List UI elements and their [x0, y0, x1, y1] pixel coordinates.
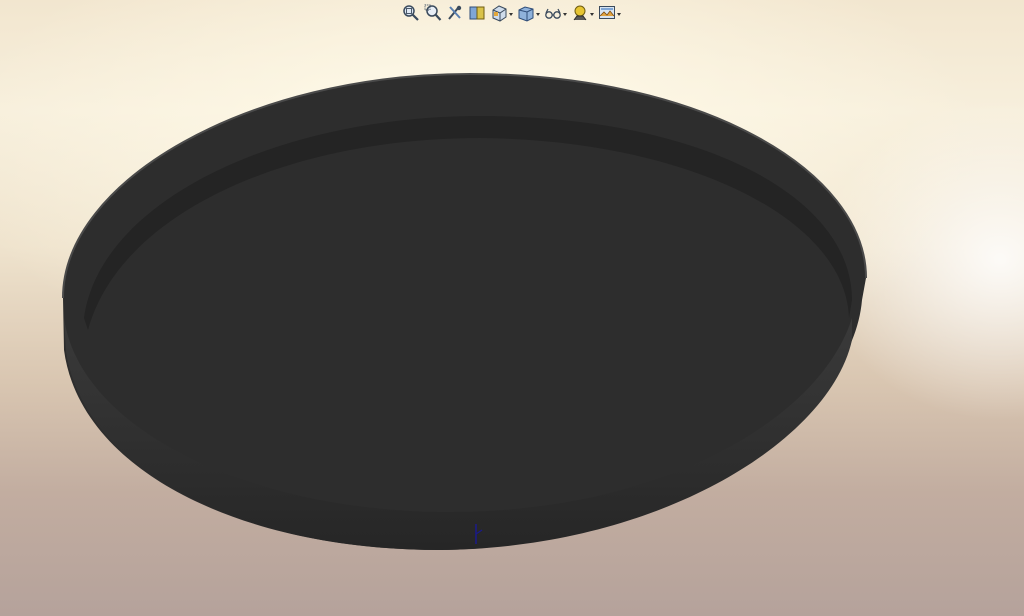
heads-up-view-toolbar: [401, 2, 622, 24]
edit-appearance-dropdown-caret[interactable]: [590, 12, 594, 16]
zoom-to-area-button[interactable]: [423, 3, 443, 23]
hide-show-items-button[interactable]: [543, 3, 568, 23]
hide-show-items-icon: [545, 8, 561, 19]
zoom-to-fit-icon: [403, 5, 419, 21]
view-orientation-button[interactable]: [489, 3, 514, 23]
display-style-dropdown-caret[interactable]: [536, 12, 540, 16]
previous-view-icon: [448, 5, 462, 20]
display-style-icon: [518, 6, 534, 22]
previous-view-button[interactable]: [445, 3, 465, 23]
apply-scene-dropdown-caret[interactable]: [617, 12, 621, 16]
3d-model-ring[interactable]: [0, 0, 1024, 616]
zoom-to-fit-button[interactable]: [401, 3, 421, 23]
apply-scene-icon: [599, 6, 615, 19]
view-orientation-icon: [492, 5, 507, 22]
section-view-button[interactable]: [467, 3, 487, 23]
apply-scene-button[interactable]: [597, 3, 622, 23]
graphics-area[interactable]: [0, 0, 1024, 616]
display-style-button[interactable]: [516, 3, 541, 23]
zoom-to-area-icon: [424, 4, 442, 21]
section-view-icon: [469, 6, 485, 20]
hide-show-items-dropdown-caret[interactable]: [563, 12, 567, 16]
edit-appearance-button[interactable]: [570, 3, 595, 23]
view-orientation-dropdown-caret[interactable]: [509, 12, 513, 16]
edit-appearance-icon: [573, 5, 587, 21]
